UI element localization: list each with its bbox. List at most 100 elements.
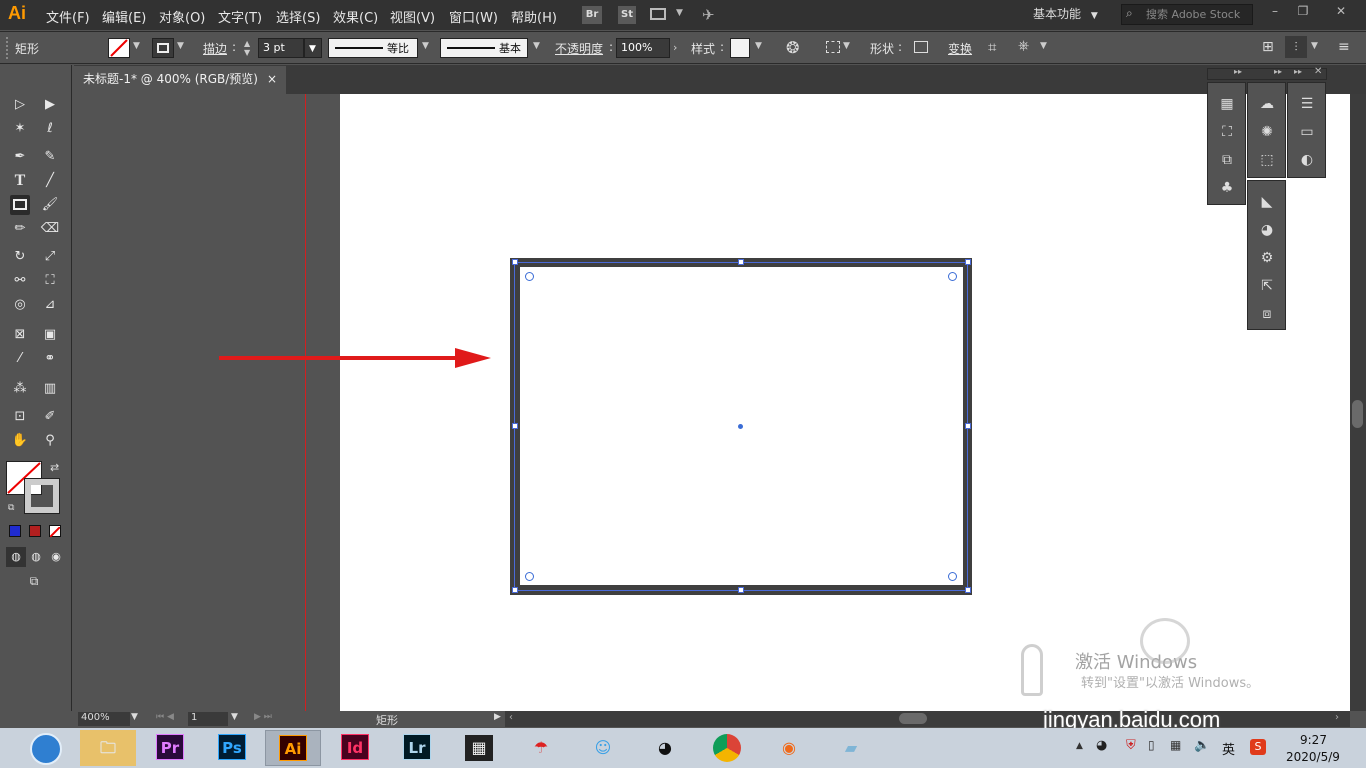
lasso-tool-icon[interactable]: ℓ [40,119,60,139]
taskbar-app-indesign[interactable]: Id [327,730,383,766]
next-artboard-icon[interactable]: ▶ ⏭ [254,712,272,722]
menu-object[interactable]: 对象(O) [159,7,205,26]
taskbar-app-lightroom[interactable]: Lr [389,730,445,766]
handle-bottom-left[interactable] [512,587,518,593]
taskbar-app-qq[interactable]: ◕ [637,730,693,766]
volume-icon[interactable]: 🔈 [1194,738,1210,753]
handle-bottom-right[interactable] [965,587,971,593]
transform-panel-icon[interactable]: ⛶ [1216,121,1238,143]
taskbar-app-browser[interactable]: ◉ [761,730,817,766]
artboard-number-input[interactable]: 1 [188,712,228,726]
shaper-tool-icon[interactable]: ✏ [10,219,30,239]
menu-select[interactable]: 选择(S) [276,7,320,26]
start-button-icon[interactable] [30,733,62,765]
status-menu-icon[interactable]: ▶ [494,712,501,722]
taskbar-app-illustrator[interactable]: Ai [265,730,321,766]
artboard-tool-icon[interactable]: ⊡ [10,407,30,427]
chevron-down-icon[interactable]: ▼ [1311,41,1318,51]
swap-colors-icon[interactable]: ⇄ [50,461,59,474]
eyedropper-tool-icon[interactable]: ⁄ [10,349,30,369]
handle-top-right[interactable] [965,259,971,265]
bridge-button[interactable]: Br [582,6,602,24]
corner-widget-bottom-left[interactable] [525,572,534,581]
appearance-icon[interactable]: ⚙ [1256,247,1278,269]
rotate-tool-icon[interactable]: ↻ [10,247,30,267]
color-guide-icon[interactable]: ◕ [1256,219,1278,241]
horizontal-scroll-thumb[interactable] [899,713,927,724]
menu-effect[interactable]: 效果(C) [333,7,378,26]
handle-middle-left[interactable] [512,423,518,429]
paintbrush-tool-icon[interactable]: 🖌 [40,195,60,215]
zoom-input[interactable]: 400% [78,712,130,726]
workspace-switcher[interactable]: 基本功能 ▼ [1023,4,1105,26]
menu-edit[interactable]: 编辑(E) [102,7,146,26]
width-tool-icon[interactable]: ⚯ [10,271,30,291]
type-tool-icon[interactable]: T [10,171,30,191]
handle-top-middle[interactable] [738,259,744,265]
transparency-icon[interactable]: ◐ [1296,149,1318,171]
grip-handle[interactable] [6,37,8,59]
none-mode-icon[interactable] [49,525,61,538]
chevron-down-icon[interactable]: ▼ [676,8,683,18]
column-graph-tool-icon[interactable]: ▥ [40,379,60,399]
corner-widget-top-left[interactable] [525,272,534,281]
libraries-icon[interactable]: ☁ [1256,93,1278,115]
close-tab-icon[interactable]: × [267,66,277,92]
magic-wand-tool-icon[interactable]: ✶ [10,119,30,139]
align-selection-icon[interactable] [826,41,840,53]
direct-selection-tool-icon[interactable]: ▶ [40,95,60,115]
file-explorer-icon[interactable]: 🗀 [80,730,136,766]
vertical-scroll-thumb[interactable] [1352,400,1363,428]
stroke-panel-icon[interactable]: ☰ [1296,93,1318,115]
arrange-documents-icon[interactable] [650,8,666,20]
taskbar-app-premiere[interactable]: Pr [142,730,198,766]
stroke-label[interactable]: 描边 [203,40,227,57]
taskbar-app-notes[interactable]: ▰ [823,730,879,766]
gpu-performance-icon[interactable]: ✈ [702,6,715,24]
swatches-icon[interactable]: ▦ [1216,93,1238,115]
stroke-weight-input[interactable]: 3 pt [258,38,304,58]
close-window-button[interactable]: ✕ [1330,4,1352,20]
menu-icon[interactable]: ≡ [1338,39,1350,55]
free-transform-tool-icon[interactable]: ⛶ [40,271,60,291]
stepper-icon[interactable]: ▲ ▼ [244,39,250,57]
transform-label[interactable]: 变换 [948,40,972,57]
zoom-tool-icon[interactable]: ⚲ [40,431,60,451]
chevron-down-icon[interactable]: ▼ [422,41,429,51]
chevron-right-icon[interactable]: › [673,41,677,54]
opacity-input[interactable]: 100% [616,38,670,58]
handle-middle-right[interactable] [965,423,971,429]
mesh-tool-icon[interactable]: ⊠ [10,325,30,345]
isolate-icon[interactable]: ⌗ [988,38,996,56]
network-tray-icon[interactable]: ▦ [1170,738,1181,752]
clock-date[interactable]: 2020/5/9 [1286,750,1340,764]
collapse-icon[interactable]: ▸▸ [1294,67,1302,76]
ime-indicator[interactable]: 英 [1222,739,1235,758]
pen-tool-icon[interactable]: ✒ [10,147,30,167]
rectangle-tool-icon[interactable] [10,195,30,215]
fill-swatch[interactable] [108,38,130,58]
line-tool-icon[interactable]: ╱ [40,171,60,191]
curvature-tool-icon[interactable]: ✎ [40,147,60,167]
draw-inside-icon[interactable]: ◉ [46,547,66,567]
first-artboard-icon[interactable]: ⏮ ◀ [156,712,174,722]
selection-tool-icon[interactable]: ▷ [10,95,30,115]
menu-file[interactable]: 文件(F) [46,7,90,26]
horizontal-scrollbar[interactable]: ‹ › [505,711,1350,727]
screen-mode-icon[interactable]: ⧉ [24,571,44,591]
symbol-sprayer-tool-icon[interactable]: ⁂ [10,379,30,399]
artboards-panel-icon[interactable]: ⧈ [1256,303,1278,325]
collapse-icon[interactable]: ▸▸ [1274,67,1282,76]
menu-view[interactable]: 视图(V) [390,7,435,26]
chevron-down-icon[interactable]: ▼ [131,712,138,722]
stroke-swatch[interactable] [152,38,174,58]
qq-tray-icon[interactable]: ◕ [1096,738,1107,753]
document-setup-icon[interactable]: ⊞ [1262,39,1274,55]
menu-window[interactable]: 窗口(W) [449,7,498,26]
taskbar-app-umbrella[interactable]: ☂ [513,730,569,766]
sogou-ime-icon[interactable]: S [1250,739,1266,755]
close-panel-icon[interactable]: ✕ [1314,66,1322,77]
opacity-label[interactable]: 不透明度 [555,40,603,57]
shape-properties-icon[interactable] [914,41,928,53]
symbols-icon[interactable]: ♣ [1216,177,1238,199]
